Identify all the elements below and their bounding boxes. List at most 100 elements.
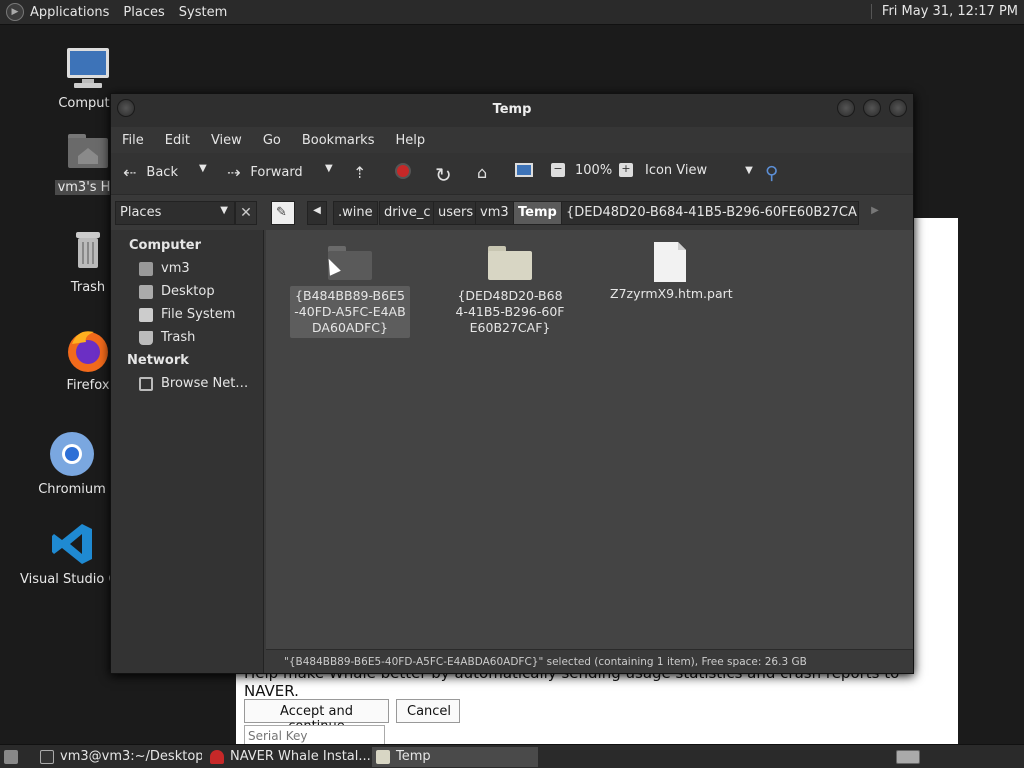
file-name: {DED48D20-B684-41B5-B296-60FE60B27CAF} (455, 288, 565, 335)
show-desktop-icon (4, 750, 18, 764)
breadcrumb-temp[interactable]: Temp (513, 201, 562, 225)
computer-button[interactable] (515, 163, 533, 177)
menu-bookmarks[interactable]: Bookmarks (302, 133, 375, 148)
chevron-left-icon: ◀ (313, 205, 321, 216)
sidebar-item-file-system[interactable]: File System (111, 303, 263, 326)
taskbar-item-label: vm3@vm3:~/Desktop (60, 749, 202, 764)
applications-menu[interactable]: Applications (30, 5, 109, 20)
sidebar-item-label: Trash (161, 330, 196, 345)
view-mode-label: Icon View (645, 163, 708, 178)
breadcrumb-users[interactable]: users (433, 201, 479, 225)
chevron-down-icon: ▼ (220, 205, 228, 216)
up-button[interactable]: ⇡ (353, 163, 366, 182)
breadcrumb-wine[interactable]: .wine (333, 201, 378, 225)
show-desktop-button[interactable] (0, 747, 30, 767)
sidebar-item-vm3[interactable]: vm3 (111, 257, 263, 280)
desktop-icon-vscode[interactable]: Visual Studio Co (20, 520, 124, 587)
vscode-icon (48, 520, 96, 568)
sidebar-item-label: Browse Net… (161, 376, 249, 391)
sidebar-item-label: File System (161, 307, 236, 322)
back-button[interactable]: ⇠ Back (123, 163, 178, 182)
accept-and-continue-button[interactable]: Accept and continue (244, 699, 389, 734)
sidebar-item-label: vm3 (161, 261, 190, 276)
menu-file[interactable]: File (122, 133, 144, 148)
file-item[interactable]: {B484BB89-B6E5-40FD-A5FC-E4ABDA60ADFC} (290, 238, 410, 338)
zoom-in-button[interactable]: + (619, 163, 633, 177)
chevron-right-icon: ▶ (871, 205, 879, 216)
cancel-button[interactable]: Cancel (396, 699, 460, 723)
taskbar-item-terminal[interactable]: vm3@vm3:~/Desktop (36, 747, 202, 767)
menu-view[interactable]: View (211, 133, 242, 148)
breadcrumb-vm3[interactable]: vm3 (475, 201, 514, 225)
desktop-icon-label: Chromium (38, 482, 106, 497)
computer-icon (515, 163, 533, 177)
window-titlebar[interactable]: Temp (111, 94, 913, 127)
workspace-icon (896, 750, 920, 764)
taskbar-item-whale-installer[interactable]: NAVER Whale Instal... (206, 747, 370, 767)
desktop-folder-icon (139, 284, 153, 299)
document-icon (610, 238, 730, 286)
search-button[interactable]: ⚲ (765, 163, 778, 184)
breadcrumb-scroll-left[interactable]: ◀ (307, 201, 327, 225)
maximize-button[interactable] (863, 99, 881, 117)
clock[interactable]: Fri May 31, 12:17 PM (870, 4, 1018, 19)
stop-icon (395, 163, 411, 179)
sidebar-type-select[interactable]: Places ▼ (115, 201, 235, 225)
taskbar-item-label: Temp (396, 749, 431, 764)
menu-edit[interactable]: Edit (165, 133, 190, 148)
close-icon: ✕ (240, 205, 252, 221)
zoom-out-button[interactable]: − (551, 163, 565, 177)
serial-key-input[interactable] (244, 725, 385, 746)
taskbar-item-label: NAVER Whale Instal... (230, 749, 370, 764)
menu-go[interactable]: Go (263, 133, 281, 148)
sidebar-item-desktop[interactable]: Desktop (111, 280, 263, 303)
applications-logo-icon[interactable]: ▶ (6, 3, 24, 21)
file-item[interactable]: Z7zyrmX9.htm.part (610, 238, 733, 302)
close-button[interactable] (889, 99, 907, 117)
taskbar-item-temp[interactable]: Temp (372, 747, 538, 767)
sidebar-item-label: Desktop (161, 284, 215, 299)
trash-icon (139, 330, 153, 345)
sidebar-item-trash[interactable]: Trash (111, 326, 263, 349)
file-view[interactable]: {B484BB89-B6E5-40FD-A5FC-E4ABDA60ADFC} {… (266, 230, 913, 649)
sidebar-type-label: Places (120, 205, 162, 220)
zoom-level[interactable]: 100% (575, 163, 612, 178)
zoom-in-icon: + (619, 163, 633, 177)
sidebar-heading-network: Network (127, 353, 189, 368)
window-title: Temp (492, 102, 532, 117)
back-history-dropdown[interactable]: ▼ (199, 163, 207, 174)
firefox-icon (64, 326, 112, 374)
top-panel: ▶ Applications Places System Fri May 31,… (0, 0, 1024, 25)
zoom-out-icon: − (551, 163, 565, 177)
forward-button[interactable]: ⇢ Forward (227, 163, 303, 182)
up-arrow-icon: ⇡ (353, 163, 367, 182)
search-icon: ⚲ (765, 163, 779, 184)
breadcrumb-scroll-right[interactable]: ▶ (865, 201, 885, 225)
home-button[interactable]: ⌂ (477, 163, 487, 182)
pencil-icon: ✎ (276, 205, 287, 220)
file-item[interactable]: {DED48D20-B684-41B5-B296-60FE60B27CAF} (450, 238, 570, 338)
menu-help[interactable]: Help (395, 133, 425, 148)
breadcrumb-drive-c[interactable]: drive_c (379, 201, 436, 225)
breadcrumb-ded48d20[interactable]: {DED48D20-B684-41B5-B296-60FE60B27CAF} (561, 201, 859, 225)
sidebar-item-browse-network[interactable]: Browse Net… (111, 372, 263, 395)
places-menu[interactable]: Places (123, 5, 164, 20)
system-menu[interactable]: System (179, 5, 227, 20)
stop-button[interactable] (395, 163, 411, 179)
trash-icon (64, 228, 112, 276)
forward-history-dropdown[interactable]: ▼ (325, 163, 333, 174)
chromium-icon (48, 430, 96, 478)
close-sidebar-button[interactable]: ✕ (235, 201, 257, 225)
computer-icon (64, 44, 112, 92)
sidebar-heading-computer: Computer (129, 238, 202, 253)
reload-button[interactable]: ↻ (435, 163, 452, 187)
edit-location-button[interactable]: ✎ (271, 201, 295, 225)
reload-icon: ↻ (435, 163, 452, 187)
bottom-panel: vm3@vm3:~/Desktop NAVER Whale Instal... … (0, 744, 1024, 768)
chevron-down-icon: ▼ (745, 165, 753, 176)
minimize-button[interactable] (837, 99, 855, 117)
view-mode-select[interactable]: Icon View ▼ (645, 163, 753, 178)
workspace-switcher[interactable] (894, 747, 924, 767)
forward-arrow-icon: ⇢ (227, 163, 241, 182)
desktop-icon-chromium[interactable]: Chromium (24, 430, 120, 497)
